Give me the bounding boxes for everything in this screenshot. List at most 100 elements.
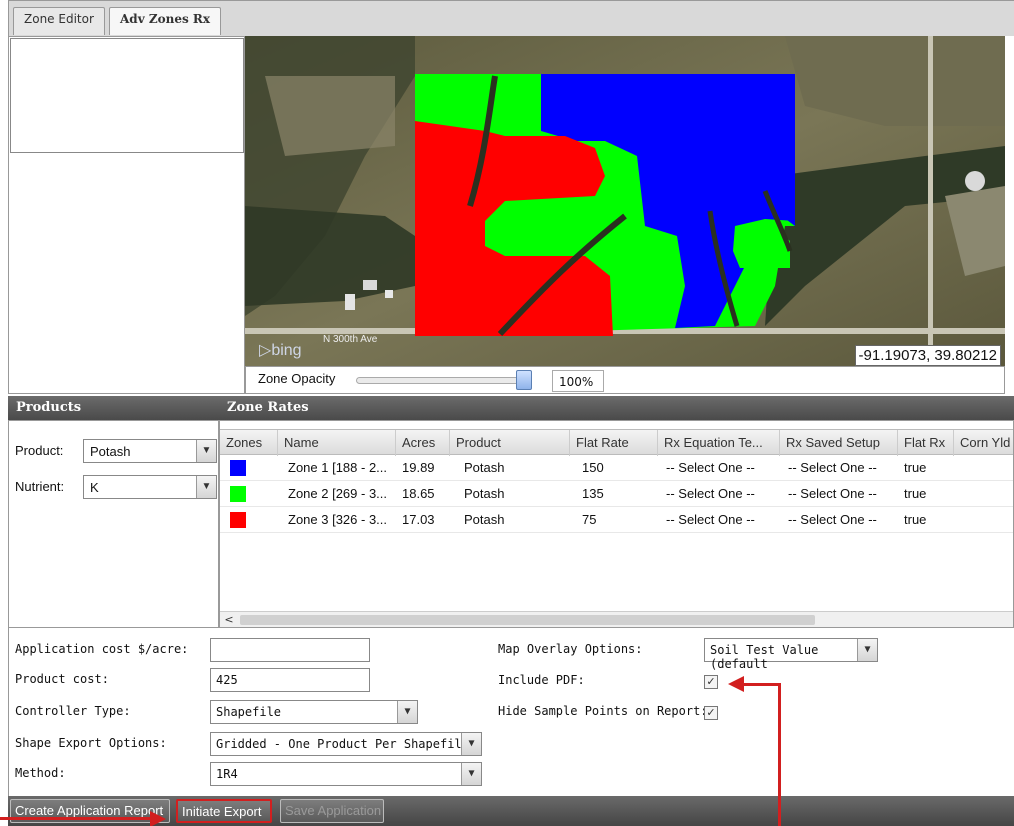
- nutrient-select[interactable]: K ▼: [83, 475, 217, 499]
- zone-color-swatch: [230, 486, 246, 502]
- method-label: Method:: [15, 766, 66, 780]
- map-view[interactable]: N 300th Ave ▷bing -91.19073, 39.80212: [245, 36, 1005, 366]
- nutrient-select-value: K: [90, 480, 99, 495]
- annotation-arrow-line: [778, 683, 781, 826]
- zone-overlay: [415, 74, 795, 337]
- zone-rates-grid: Zones Name Acres Product Flat Rate Rx Eq…: [219, 420, 1014, 628]
- chevron-down-icon[interactable]: ▼: [397, 701, 417, 723]
- chevron-down-icon[interactable]: ▼: [196, 440, 216, 462]
- annotation-arrowhead: [150, 811, 166, 826]
- annotation-arrow-line: [744, 683, 781, 686]
- zone-flat-rx: true: [904, 512, 927, 527]
- include-pdf-label: Include PDF:: [498, 673, 585, 687]
- shape-export-options-select[interactable]: Gridded - One Product Per Shapefile ▼: [210, 732, 482, 756]
- tab-zone-editor[interactable]: Zone Editor: [13, 7, 105, 35]
- method-select[interactable]: 1R4 ▼: [210, 762, 482, 786]
- zone-name: Zone 3 [326 - 3...: [288, 512, 388, 527]
- hide-sample-points-label: Hide Sample Points on Report:: [498, 704, 708, 718]
- controller-type-select[interactable]: Shapefile ▼: [210, 700, 418, 724]
- chevron-down-icon[interactable]: ▼: [857, 639, 877, 661]
- map-overlay-options-select[interactable]: Soil Test Value (default ▼: [704, 638, 878, 671]
- annotation-arrowhead: [728, 676, 744, 692]
- products-panel: Product: Potash ▼ Nutrient: K ▼: [8, 420, 219, 628]
- zone-rates-header: Zone Rates: [219, 396, 1014, 420]
- tab-adv-zones-rx[interactable]: Adv Zones Rx: [109, 7, 222, 35]
- zone-product: Potash: [464, 512, 505, 527]
- scrollbar-thumb[interactable]: [240, 615, 815, 625]
- zone-name: Zone 1 [188 - 2...: [288, 460, 388, 475]
- zone-product: Potash: [464, 460, 505, 475]
- zone-opacity-slider[interactable]: [356, 377, 532, 384]
- zone-color-swatch: [230, 512, 246, 528]
- chevron-down-icon[interactable]: ▼: [461, 733, 481, 755]
- col-corn-yld[interactable]: Corn Yld: [954, 430, 1013, 456]
- map-overlay-options-label: Map Overlay Options:: [498, 642, 643, 656]
- col-flat-rx[interactable]: Flat Rx: [898, 430, 954, 456]
- zone-flat-rate[interactable]: 150: [576, 455, 656, 481]
- hide-sample-points-checkbox[interactable]: ✓: [704, 706, 718, 720]
- include-pdf-checkbox[interactable]: ✓: [704, 675, 718, 689]
- road-label: N 300th Ave: [323, 334, 378, 345]
- nutrient-label: Nutrient:: [15, 479, 65, 494]
- tab-strip: Zone Editor Adv Zones Rx: [8, 0, 1014, 36]
- chevron-down-icon[interactable]: ▼: [196, 476, 216, 498]
- save-application-button: Save Application: [280, 799, 384, 823]
- col-rx-saved-setup[interactable]: Rx Saved Setup: [780, 430, 898, 456]
- zone-acres: 19.89: [402, 460, 435, 475]
- col-zones[interactable]: Zones: [220, 430, 278, 456]
- col-product[interactable]: Product: [450, 430, 570, 456]
- grid-header-row: Zones Name Acres Product Flat Rate Rx Eq…: [220, 429, 1013, 456]
- col-flat-rate[interactable]: Flat Rate: [570, 430, 658, 456]
- product-cost-input[interactable]: 425: [210, 668, 370, 692]
- zone-acres: 18.65: [402, 486, 435, 501]
- zone-rx-equation[interactable]: -- Select One --: [660, 481, 780, 507]
- zone-product: Potash: [464, 486, 505, 501]
- zone-opacity-label: Zone Opacity: [258, 371, 336, 386]
- zone-flat-rate[interactable]: 135: [576, 481, 656, 507]
- application-cost-label: Application cost $/acre:: [15, 642, 189, 656]
- zone-acres: 17.03: [402, 512, 435, 527]
- application-cost-input[interactable]: [210, 638, 370, 662]
- col-name[interactable]: Name: [278, 430, 396, 456]
- product-select-value: Potash: [90, 444, 131, 459]
- left-pane-box: [10, 38, 244, 153]
- zone-rx-saved-setup[interactable]: -- Select One --: [782, 507, 898, 533]
- product-label: Product:: [15, 443, 64, 458]
- product-cost-label: Product cost:: [15, 672, 109, 686]
- bing-attribution: bing: [271, 342, 302, 359]
- zone-opacity-row: Zone Opacity 100%: [245, 366, 1005, 394]
- zone-rx-equation[interactable]: -- Select One --: [660, 507, 780, 533]
- export-form: Application cost $/acre: Product cost: 4…: [8, 628, 1014, 796]
- annotation-arrow-line: [0, 817, 150, 820]
- zone-rx-saved-setup[interactable]: -- Select One --: [782, 455, 898, 481]
- controller-type-value: Shapefile: [216, 705, 282, 719]
- zone-flat-rx: true: [904, 460, 927, 475]
- zone-rx-saved-setup[interactable]: -- Select One --: [782, 481, 898, 507]
- products-header: Products: [8, 396, 219, 420]
- table-row[interactable]: Zone 2 [269 - 3... 18.65 Potash 135 -- S…: [220, 481, 1013, 507]
- zone-opacity-value: 100%: [552, 370, 604, 392]
- col-rx-equation[interactable]: Rx Equation Te...: [658, 430, 780, 456]
- zone-rx-equation[interactable]: -- Select One --: [660, 455, 780, 481]
- zone-color-swatch: [230, 460, 246, 476]
- controller-type-label: Controller Type:: [15, 704, 131, 718]
- initiate-export-button[interactable]: Initiate Export: [176, 799, 272, 823]
- map-image: N 300th Ave: [245, 36, 1005, 366]
- col-acres[interactable]: Acres: [396, 430, 450, 456]
- table-row[interactable]: Zone 1 [188 - 2... 19.89 Potash 150 -- S…: [220, 455, 1013, 481]
- scroll-left-icon[interactable]: <: [222, 612, 236, 627]
- horizontal-scrollbar[interactable]: <: [220, 611, 1013, 627]
- zone-name: Zone 2 [269 - 3...: [288, 486, 388, 501]
- coordinate-readout: -91.19073, 39.80212: [854, 345, 1001, 366]
- bing-logo: ▷bing: [259, 342, 302, 359]
- chevron-down-icon[interactable]: ▼: [461, 763, 481, 785]
- zone-flat-rate[interactable]: 75: [576, 507, 656, 533]
- shape-export-options-value: Gridded - One Product Per Shapefile: [216, 737, 469, 751]
- method-value: 1R4: [216, 767, 238, 781]
- zone-flat-rx: true: [904, 486, 927, 501]
- zone-opacity-slider-thumb[interactable]: [516, 370, 532, 390]
- shape-export-options-label: Shape Export Options:: [15, 736, 167, 750]
- product-select[interactable]: Potash ▼: [83, 439, 217, 463]
- table-row[interactable]: Zone 3 [326 - 3... 17.03 Potash 75 -- Se…: [220, 507, 1013, 533]
- map-overlay-options-value: Soil Test Value (default: [710, 643, 819, 671]
